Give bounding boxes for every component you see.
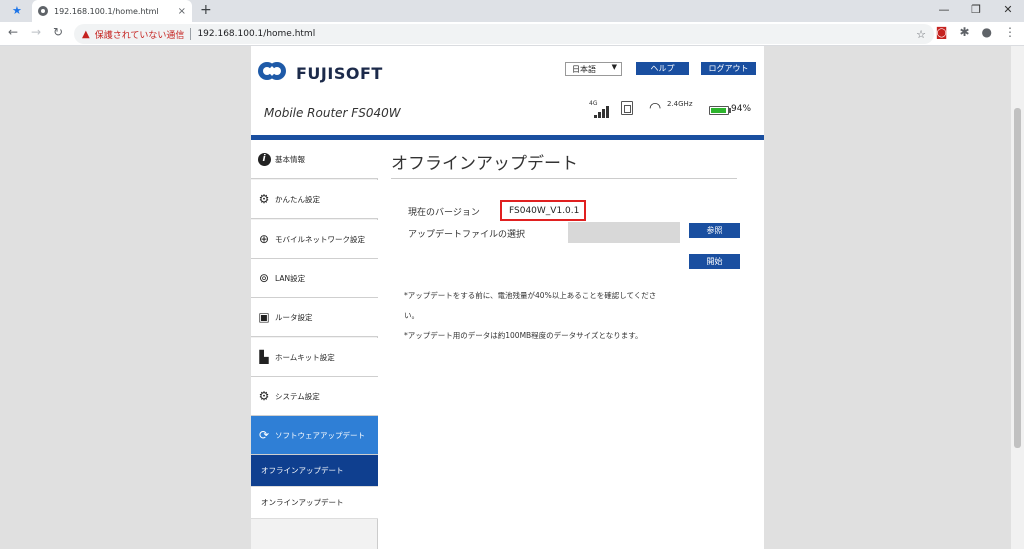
profile-avatar-icon[interactable]: ●	[982, 25, 992, 39]
sidebar-item-label: ホームキット設定	[275, 352, 335, 362]
warning-icon: ▲	[82, 28, 90, 40]
current-version-value: FS040W_V1.0.1	[500, 200, 586, 221]
minimize-button[interactable]: —	[928, 0, 960, 22]
sidebar-item-mobile-network[interactable]: ⊕ モバイルネットワーク設定	[251, 220, 378, 259]
subnav-online-update[interactable]: オンラインアップデート	[251, 487, 378, 519]
new-tab-button[interactable]: +	[200, 2, 212, 18]
scrollbar[interactable]	[1011, 46, 1024, 549]
sidebar-item-software-update[interactable]: ⟳ ソフトウェアアップデート	[251, 416, 378, 455]
update-file-field[interactable]	[568, 222, 680, 243]
subnav-label: オンラインアップデート	[261, 498, 344, 507]
globe-favicon-icon	[38, 6, 48, 16]
subnav-offline-update[interactable]: オフラインアップデート	[251, 455, 378, 487]
model-name: Mobile Router FS040W	[264, 106, 401, 120]
sidebar-item-router[interactable]: ▣ ルータ設定	[251, 298, 378, 337]
wifi-icon: ◠	[649, 100, 662, 116]
sidebar-item-easy-setup[interactable]: ⚙ かんたん設定	[251, 180, 378, 219]
sidebar-item-label: モバイルネットワーク設定	[275, 234, 365, 244]
homekit-icon: ▙	[259, 350, 269, 364]
toolbar-icons: ◙ ✱ ● ⋮	[936, 25, 1016, 39]
back-icon[interactable]: ←	[8, 25, 18, 39]
file-select-label: アップデートファイルの選択	[408, 230, 526, 240]
chevron-down-icon: ▼	[611, 63, 617, 71]
maximize-button[interactable]: ❐	[960, 0, 992, 22]
status-icons: 4G ◠ 2.4GHz 94%	[585, 98, 760, 120]
forward-icon[interactable]: →	[31, 25, 41, 39]
browser-toolbar: ← → ↻ ▲ 保護されていない通信 192.168.100.1/home.ht…	[0, 22, 1024, 46]
menu-kebab-icon[interactable]: ⋮	[1004, 25, 1016, 39]
brand-name: FUJISOFT	[296, 63, 383, 83]
url-text[interactable]: 192.168.100.1/home.html	[197, 29, 315, 39]
wifi-band-label: 2.4GHz	[667, 100, 693, 108]
info-icon: i	[257, 152, 271, 166]
sidebar-item-label: LAN設定	[275, 273, 306, 283]
extension-shield-icon[interactable]: ◙	[936, 25, 948, 39]
antenna-icon: ⊚	[258, 271, 270, 285]
browse-button[interactable]: 参照	[689, 223, 740, 238]
star-icon[interactable]: ★	[12, 4, 22, 17]
security-warning[interactable]: 保護されていない通信	[95, 28, 185, 41]
browser-tab[interactable]: 192.168.100.1/home.html ×	[32, 0, 192, 22]
language-select[interactable]: 日本語 ▼	[565, 62, 622, 76]
sidebar-item-label: かんたん設定	[275, 194, 320, 204]
router-icon: ▣	[258, 310, 270, 324]
refresh-icon: ⟳	[258, 428, 270, 442]
sidebar-item-label: 基本情報	[275, 154, 305, 164]
help-button[interactable]: ヘルプ	[636, 62, 689, 75]
window-controls: — ❐ ✕	[928, 0, 1024, 22]
scroll-thumb[interactable]	[1014, 108, 1021, 448]
tab-title: 192.168.100.1/home.html	[54, 6, 159, 16]
logo-mark-icon	[258, 60, 288, 86]
sidebar-item-system[interactable]: ⚙ システム設定	[251, 377, 378, 416]
sidebar: i 基本情報 ⚙ かんたん設定 ⊕ モバイルネットワーク設定 ⊚ LAN設定 ▣…	[251, 140, 378, 549]
data-size-note: *アップデート用のデータは約100MB程度のデータサイズとなります。	[404, 331, 643, 340]
current-version-label: 現在のバージョン	[408, 208, 480, 218]
sidebar-item-homekit[interactable]: ▙ ホームキット設定	[251, 338, 378, 377]
gears-icon: ⚙	[258, 389, 270, 403]
bookmark-star-icon[interactable]: ☆	[916, 28, 926, 41]
tab-close-icon[interactable]: ×	[178, 6, 186, 17]
tab-bar: ★ 192.168.100.1/home.html × + — ❐ ✕	[0, 0, 1024, 22]
battery-percent: 94%	[731, 104, 752, 114]
sidebar-item-label: ルータ設定	[275, 312, 313, 322]
reload-icon[interactable]: ↻	[53, 25, 63, 39]
close-window-button[interactable]: ✕	[992, 0, 1024, 22]
gear-icon: ⚙	[258, 192, 270, 206]
battery-icon	[709, 106, 729, 115]
sidebar-item-lan[interactable]: ⊚ LAN設定	[251, 259, 378, 298]
logout-button[interactable]: ログアウト	[701, 62, 756, 75]
extensions-puzzle-icon[interactable]: ✱	[959, 25, 969, 39]
battery-fill	[711, 108, 726, 113]
sidebar-item-label: システム設定	[275, 391, 320, 401]
language-value: 日本語	[572, 64, 596, 74]
address-bar[interactable]: ▲ 保護されていない通信 192.168.100.1/home.html ☆	[74, 24, 934, 44]
battery-note-line2: い。	[404, 311, 419, 320]
globe-icon: ⊕	[258, 232, 270, 246]
sidebar-item-basic-info[interactable]: i 基本情報	[251, 140, 378, 179]
signal-bars-icon	[594, 106, 609, 118]
sidebar-item-label: ソフトウェアアップデート	[275, 430, 365, 440]
fujisoft-logo: FUJISOFT	[258, 60, 383, 86]
subnav-label: オフラインアップデート	[261, 466, 344, 475]
title-divider	[391, 178, 737, 179]
page-title: オフラインアップデート	[391, 154, 578, 174]
sim-card-icon	[621, 101, 633, 115]
start-button[interactable]: 開始	[689, 254, 740, 269]
address-divider	[190, 28, 192, 40]
battery-note-line1: *アップデートをする前に、電池残量が40%以上あることを確認してくださ	[404, 291, 657, 300]
